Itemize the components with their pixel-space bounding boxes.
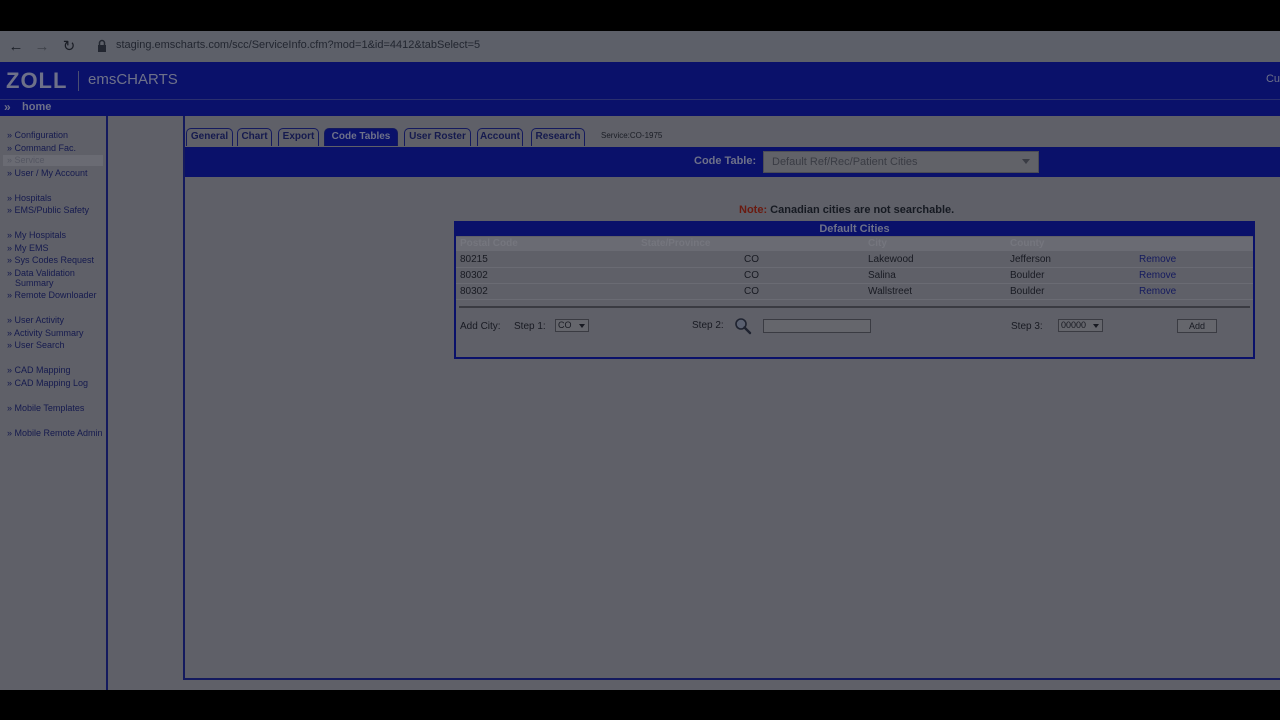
emscharts-logo: emsCHARTS [88,71,178,88]
sidebar-item-activity-summary[interactable]: » Activity Summary [7,328,84,339]
remove-link[interactable]: Remove [1139,254,1176,265]
url-bar[interactable]: staging.emscharts.com/scc/ServiceInfo.cf… [116,39,480,51]
postal-code-cell: 80302 [460,270,488,281]
sidebar-item-cad-mapping[interactable]: » CAD Mapping [7,365,71,376]
county-cell: Boulder [1010,286,1045,297]
note-body: Canadian cities are not searchable. [770,204,955,216]
chevron-down-icon [579,324,585,328]
sidebar-item-ems-public-safety[interactable]: » EMS/Public Safety [7,205,89,216]
back-arrow-icon[interactable]: ← [6,37,26,57]
zoll-logo: ZOLL [6,68,68,93]
column-header-postal-code: Postal Code [460,238,518,249]
city-cell: Wallstreet [868,286,913,297]
chevron-down-icon [1093,324,1099,328]
code-table-label: Code Table: [694,155,757,167]
sidebar-item-user-account[interactable]: » User / My Account [7,168,88,179]
code-table-selected-value: Default Ref/Rec/Patient Cities [772,156,918,168]
sidebar-item-remote-downloader[interactable]: » Remote Downloader [7,290,97,301]
panel-title: Default Cities [456,223,1253,236]
postal-code-select[interactable]: 00000 [1058,319,1103,332]
city-cell: Lakewood [868,254,914,265]
tab-chart[interactable]: Chart [237,128,272,146]
state-select[interactable]: CO [555,319,589,332]
table-header: Postal Code State/Province City County [456,237,1253,251]
sidebar-item-user-activity[interactable]: » User Activity [7,315,64,326]
table-row: 80302 CO Salina Boulder Remove [456,268,1253,284]
tab-export[interactable]: Export [278,128,319,146]
sidebar-item-mobile-remote-admin[interactable]: » Mobile Remote Admin [7,428,103,439]
browser-toolbar: ← → ↻ staging.emscharts.com/scc/ServiceI… [0,31,1280,62]
note-text: Note: Canadian cities are not searchable… [739,204,954,216]
sidebar-item-configuration[interactable]: » Configuration [7,130,68,141]
tab-code-tables[interactable]: Code Tables [324,128,398,146]
city-search-input[interactable] [763,319,871,333]
divider [459,306,1250,308]
sidebar-item-my-hospitals[interactable]: » My Hospitals [7,230,66,241]
sidebar-item-sys-codes-request[interactable]: » Sys Codes Request [7,255,94,266]
sidebar-item-cad-mapping-log[interactable]: » CAD Mapping Log [7,378,88,389]
remove-link[interactable]: Remove [1139,270,1176,281]
add-city-button[interactable]: Add [1177,319,1217,333]
sidebar-item-service[interactable]: » Service [3,155,103,166]
logo-divider [78,71,79,91]
remove-link[interactable]: Remove [1139,286,1176,297]
state-cell: CO [744,254,759,265]
sidebar-item-command-fac[interactable]: » Command Fac. [7,143,76,154]
service-id-label: Service:CO-1975 [601,131,663,140]
double-chevron-icon: » [4,100,11,114]
column-header-state-province: State/Province [641,238,711,249]
sidebar-item-my-ems[interactable]: » My EMS [7,243,49,254]
main-content: General Chart Export Code Tables User Ro… [183,116,1280,680]
table-row: 80302 CO Wallstreet Boulder Remove [456,284,1253,300]
postal-code-select-value: 00000 [1061,320,1087,330]
reload-icon[interactable]: ↻ [59,37,79,57]
header-user-text: Cu [1265,73,1280,85]
screen-frame: ← → ↻ staging.emscharts.com/scc/ServiceI… [0,0,1280,720]
default-cities-panel: Default Cities Postal Code State/Provinc… [454,221,1255,359]
tab-research[interactable]: Research [531,128,585,146]
county-cell: Boulder [1010,270,1045,281]
county-cell: Jefferson [1010,254,1051,265]
tab-general[interactable]: General [186,128,233,146]
postal-code-cell: 80215 [460,254,488,265]
column-header-county: County [1010,238,1045,249]
step1-label: Step 1: [514,321,546,332]
step2-label: Step 2: [692,320,724,331]
tab-account[interactable]: Account [477,128,523,146]
code-table-select[interactable]: Default Ref/Rec/Patient Cities [763,151,1039,173]
postal-code-cell: 80302 [460,286,488,297]
state-cell: CO [744,286,759,297]
page-body: » Configuration » Command Fac. » Service… [0,116,1280,690]
add-city-label: Add City: [460,321,501,332]
home-strip: » home [0,99,1280,116]
home-link[interactable]: home [22,101,51,113]
magnifier-search-icon[interactable] [733,317,753,335]
sidebar-item-user-search[interactable]: » User Search [7,340,65,351]
lock-icon [98,39,106,52]
sidebar-item-data-validation-summary[interactable]: Summary [15,278,54,289]
sidebar-item-hospitals[interactable]: » Hospitals [7,193,52,204]
tab-user-roster[interactable]: User Roster [404,128,471,146]
state-select-value: CO [558,320,572,330]
state-cell: CO [744,270,759,281]
city-cell: Salina [868,270,896,281]
table-row: 80215 CO Lakewood Jefferson Remove [456,252,1253,268]
code-table-bar: Code Table: Default Ref/Rec/Patient Citi… [185,147,1280,177]
dropdown-arrow-icon [1022,159,1030,164]
forward-arrow-icon[interactable]: → [32,37,52,57]
sidebar: » Configuration » Command Fac. » Service… [0,116,108,690]
sidebar-item-mobile-templates[interactable]: » Mobile Templates [7,403,84,414]
note-prefix: Note: [739,204,768,216]
app-header: ZOLL emsCHARTS Cu [0,62,1280,99]
column-header-city: City [868,238,887,249]
step3-label: Step 3: [1011,321,1043,332]
